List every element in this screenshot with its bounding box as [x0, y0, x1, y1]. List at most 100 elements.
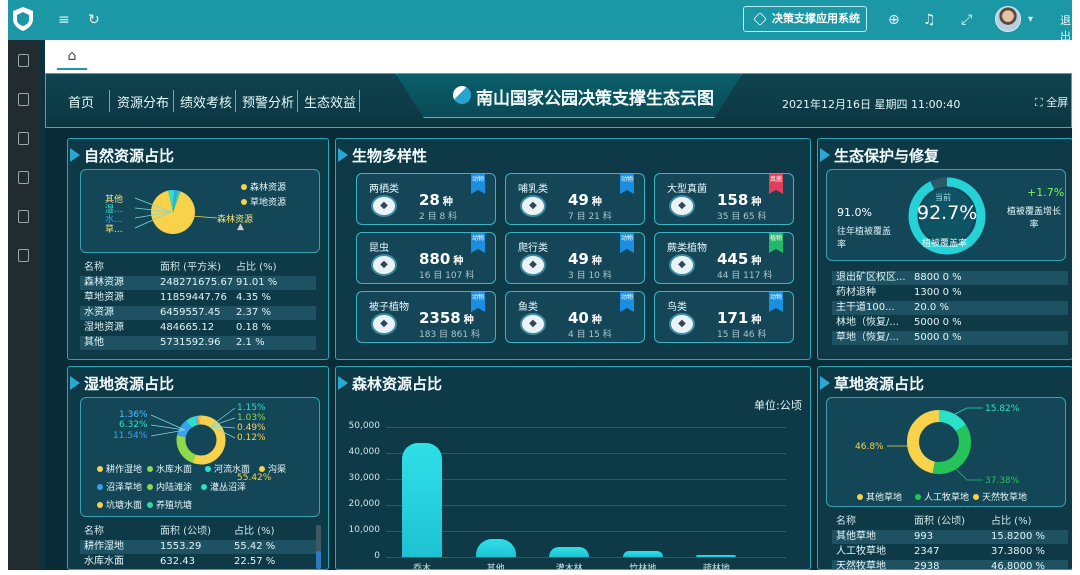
species-card[interactable]: 昆虫 ◆ 880 种 16 目 107 科 动物 — [356, 232, 496, 284]
wetland-pct-label: 0.49% — [237, 423, 266, 433]
legend-item[interactable]: 坑塘水面 — [97, 498, 142, 511]
sidebar-item-3[interactable] — [18, 132, 29, 145]
chevron-down-icon[interactable]: ▾ — [1028, 10, 1033, 30]
nav-warning-analysis[interactable]: 预警分析 — [242, 92, 294, 111]
species-card[interactable]: 鱼类 ◆ 40 种 4 目 15 科 动物 — [505, 291, 645, 343]
category-tag: 动物 — [620, 233, 634, 253]
table-cell: 11859447.76 — [160, 292, 227, 303]
home-icon: ⌂ — [67, 48, 77, 64]
legend-item[interactable]: 沼泽草地 — [97, 480, 142, 493]
fish-icon: ◆ — [520, 313, 546, 335]
species-name: 鱼类 — [518, 302, 538, 313]
legend-label: 沟渠 — [268, 465, 287, 475]
gridline — [386, 479, 786, 480]
top-bar: ≡ ↻ 决策支撑应用系统 ⊕ ♫ ⤢ ▾ 退出 — [8, 0, 1072, 43]
gridline — [386, 557, 786, 558]
legend-item[interactable]: 其他草地 — [857, 490, 902, 503]
vegetation-gauge-box: 91.0% 往年植被覆盖率 当前 92.7% 植被覆盖率 +1.7% 植被覆盖增… — [826, 169, 1066, 261]
species-card[interactable]: 大型真菌 ◆ 158 种 35 目 65 科 真菌 — [654, 173, 794, 225]
sidebar — [8, 40, 40, 570]
pie-label-forest: 森林资源 — [217, 215, 254, 225]
legend-label: 灌丛沼泽 — [210, 483, 247, 493]
legend-item[interactable]: 人工牧草地 — [915, 490, 969, 503]
x-tick-label: 竹林地 — [629, 564, 657, 570]
expand-icon[interactable]: ⤢ — [961, 10, 972, 30]
legend-item[interactable]: 天然牧草地 — [973, 490, 1027, 503]
legend-item[interactable]: 水库水面 — [147, 462, 192, 475]
bar[interactable] — [475, 538, 516, 557]
decision-system-button[interactable]: 决策支撑应用系统 — [743, 6, 867, 32]
legend-item[interactable]: 灌丛沼泽 — [201, 480, 246, 493]
species-count-value: 2358 — [419, 309, 461, 327]
order-family-count: 7 目 21 科 — [568, 212, 612, 222]
species-count-unit: 种 — [751, 197, 762, 208]
fullscreen-button[interactable]: ⛶ 全屏 — [1035, 94, 1068, 110]
legend-item[interactable]: 养殖坑塘 — [147, 498, 192, 511]
species-card[interactable]: 爬行类 ◆ 49 种 3 目 10 科 动物 — [505, 232, 645, 284]
nav-home[interactable]: 首页 — [68, 92, 94, 111]
bar[interactable] — [402, 442, 442, 557]
dashboard-header: 首页 资源分布 绩效考核 预警分析 生态效益 南山国家公园决策支撑生态云图 20… — [45, 73, 1072, 128]
category-tag: 动物 — [620, 292, 634, 312]
bar[interactable] — [622, 550, 663, 557]
species-card[interactable]: 哺乳类 ◆ 49 种 7 目 21 科 动物 — [505, 173, 645, 225]
butterfly-icon: ◆ — [371, 254, 397, 276]
x-tick-label: 其他 — [486, 564, 505, 570]
legend-item[interactable]: 内陆滩涂 — [147, 480, 192, 493]
legend-dot — [97, 484, 103, 490]
order-family-count: 4 目 15 科 — [568, 330, 612, 340]
table-cell: 632.43 — [160, 556, 195, 567]
table-cell: 46.8000 % — [991, 561, 1046, 570]
gridline — [386, 427, 786, 428]
legend-item[interactable]: 沟渠 — [259, 462, 286, 475]
species-count: 880 种 — [419, 250, 463, 268]
nav-divider — [109, 90, 110, 112]
species-count-unit: 种 — [591, 256, 602, 267]
species-count-unit: 种 — [463, 315, 474, 326]
table-cell: 22.57 % — [234, 556, 276, 567]
table-cell: 15.8200 % — [991, 531, 1046, 542]
menu-toggle-icon[interactable]: ≡ — [58, 10, 70, 30]
grassland-panel: 草地资源占比 15.82% 46.8% 37.38% 其他草地 人工牧草地 天然牧草… — [817, 366, 1072, 570]
home-tab[interactable]: ⌂ — [57, 44, 87, 70]
table-cell: 5731592.96 — [160, 337, 221, 348]
sidebar-item-1[interactable] — [18, 54, 29, 67]
table-cell: 2938 — [914, 561, 940, 570]
species-count-unit: 种 — [751, 256, 762, 267]
species-card[interactable]: 两栖类 ◆ 28 种 2 目 8 科 动物 — [356, 173, 496, 225]
species-name: 昆虫 — [369, 243, 389, 254]
legend-item[interactable]: 耕作湿地 — [97, 462, 142, 475]
species-card[interactable]: 被子植物 ◆ 2358 种 183 目 861 科 动物 — [356, 291, 496, 343]
nav-resource-distribution[interactable]: 资源分布 — [117, 92, 169, 111]
species-card[interactable]: 鸟类 ◆ 171 种 15 目 46 科 动物 — [654, 291, 794, 343]
panel-title: 自然资源占比 — [69, 147, 175, 165]
nav-divider — [297, 90, 298, 112]
wetland-table-scrollbar[interactable] — [316, 525, 321, 569]
table-cell: 草地（恢复/... — [836, 332, 899, 343]
bell-icon[interactable]: ♫ — [923, 10, 936, 30]
globe-icon[interactable]: ⊕ — [888, 10, 900, 30]
scrollbar-thumb[interactable] — [316, 551, 321, 569]
nav-performance[interactable]: 绩效考核 — [180, 92, 232, 111]
nav-eco-benefit[interactable]: 生态效益 — [304, 92, 356, 111]
legend-item[interactable]: 河流水面 — [205, 462, 250, 475]
species-name: 鸟类 — [667, 302, 687, 313]
bar[interactable] — [549, 547, 590, 557]
table-cell: 20.0 % — [914, 302, 949, 313]
sidebar-item-4[interactable] — [18, 171, 29, 184]
grass-ring-box: 15.82% 46.8% 37.38% 其他草地 人工牧草地 天然牧草地 — [826, 397, 1066, 507]
avatar[interactable] — [995, 6, 1021, 32]
species-card[interactable]: 蕨类植物 ◆ 445 种 44 目 117 科 植物 — [654, 232, 794, 284]
plant-icon: ◆ — [371, 313, 397, 335]
sidebar-item-6[interactable] — [18, 249, 29, 262]
sidebar-item-5[interactable] — [18, 210, 29, 223]
bar[interactable] — [696, 555, 737, 557]
species-count: 2358 种 — [419, 309, 474, 327]
category-tag: 动物 — [471, 292, 485, 312]
x-tick-label: 灌木林 — [555, 564, 583, 570]
order-family-count: 35 目 65 科 — [717, 212, 767, 222]
table-cell: 水资源 — [84, 307, 114, 318]
legend-dot — [915, 494, 921, 500]
sidebar-item-2[interactable] — [18, 93, 29, 106]
refresh-icon[interactable]: ↻ — [88, 10, 100, 30]
